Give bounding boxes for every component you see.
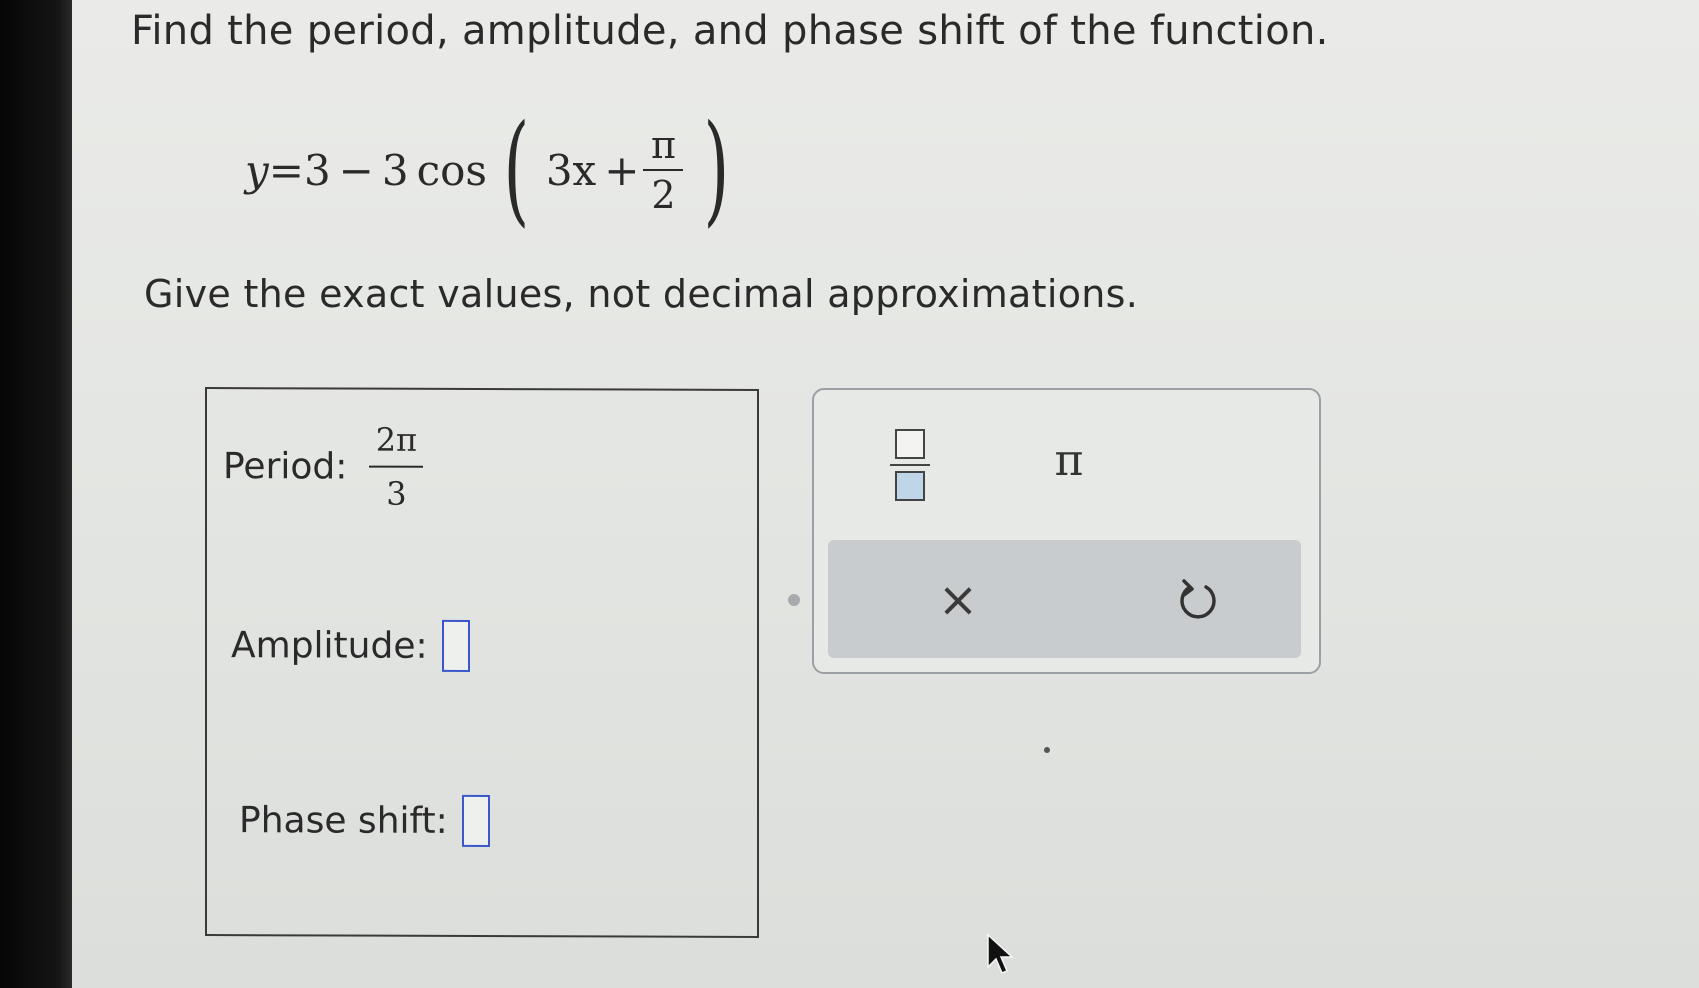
answer-box: Period: 2π 3 Amplitude: Phase shift:: [205, 387, 759, 938]
period-answer[interactable]: 2π 3: [369, 420, 424, 514]
equation: y = 3 − 3 cos ( 3x + π 2 ): [245, 100, 746, 240]
pi-button[interactable]: π: [1039, 430, 1099, 490]
fraction-template-bar: [890, 464, 930, 466]
fraction-numerator: π: [650, 123, 676, 167]
period-fraction-bar: [369, 465, 424, 468]
period-label: Period:: [223, 445, 348, 488]
equation-plus: +: [604, 145, 640, 195]
period-row: Period: 2π 3: [223, 419, 427, 514]
equation-equals: =: [268, 145, 304, 195]
palette-handle-dot: [788, 594, 800, 606]
equation-fraction: π 2: [643, 123, 684, 217]
phase-shift-input[interactable]: [461, 794, 490, 848]
right-paren: ): [703, 100, 730, 239]
equation-function: cos: [416, 145, 487, 195]
undo-icon[interactable]: [1158, 560, 1238, 640]
amplitude-input[interactable]: [441, 619, 470, 672]
amplitude-label: Amplitude:: [231, 624, 428, 667]
phase-shift-label: Phase shift:: [239, 799, 448, 842]
question-text: Find the period, amplitude, and phase sh…: [131, 8, 1329, 54]
monitor-bezel: [0, 0, 72, 988]
equation-constant: 3: [303, 145, 331, 195]
fraction-bar: [643, 169, 684, 171]
equation-inner: 3x: [545, 145, 597, 195]
mouse-pointer-icon: [985, 933, 1015, 979]
equation-lhs: y: [245, 145, 269, 195]
palette-action-bar: ×: [828, 540, 1301, 658]
fraction-denominator: 2: [651, 173, 676, 217]
close-icon[interactable]: ×: [918, 560, 998, 640]
fraction-bottom-box: [895, 471, 925, 501]
phase-shift-row: Phase shift:: [239, 794, 490, 848]
fraction-template-icon[interactable]: [884, 425, 936, 505]
screen-speck: [1044, 747, 1050, 753]
period-denominator: 3: [386, 474, 407, 513]
equation-minus: −: [338, 145, 374, 195]
equation-coefficient: 3: [381, 145, 409, 195]
left-paren: (: [503, 100, 530, 239]
instructions-text: Give the exact values, not decimal appro…: [144, 272, 1139, 316]
fraction-top-box: [895, 429, 925, 459]
math-palette: π ×: [812, 388, 1321, 674]
amplitude-row: Amplitude:: [231, 619, 470, 672]
period-numerator: 2π: [375, 420, 418, 459]
